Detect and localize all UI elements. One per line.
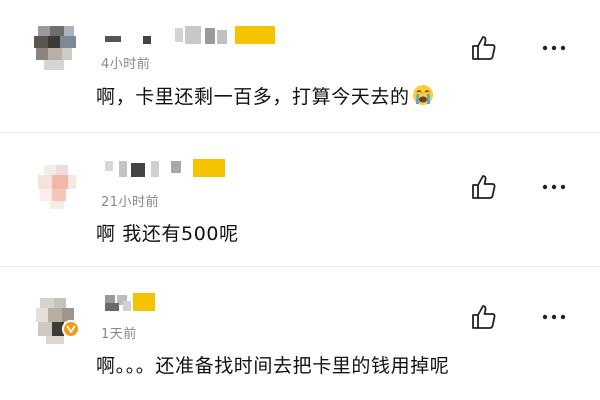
more-dots-icon xyxy=(542,45,566,51)
comment-item: 21小时前 啊 我还有500呢 xyxy=(0,133,600,267)
verified-badge-icon xyxy=(62,320,80,338)
more-dots-icon xyxy=(542,184,566,190)
crying-face-emoji xyxy=(412,84,434,106)
more-button[interactable] xyxy=(540,38,568,58)
more-button[interactable] xyxy=(540,177,568,197)
comment-time: 1天前 xyxy=(101,327,137,342)
username-masked[interactable] xyxy=(101,157,281,181)
like-button[interactable] xyxy=(470,34,498,62)
comment-text-body: 啊，卡里还剩一百多，打算今天去的 xyxy=(96,86,410,108)
comment-text: 啊 我还有500呢 xyxy=(96,223,239,245)
comment-text: 啊，卡里还剩一百多，打算今天去的 xyxy=(96,82,434,109)
like-button[interactable] xyxy=(470,173,498,201)
more-dots-icon xyxy=(542,314,566,320)
comment-text: 啊。。。还准备找时间去把卡里的钱用掉呢 xyxy=(96,355,450,377)
username-masked[interactable] xyxy=(101,291,281,315)
avatar[interactable] xyxy=(30,20,82,72)
like-button[interactable] xyxy=(470,303,498,331)
thumbs-up-icon xyxy=(472,36,496,60)
comment-item: 4小时前 啊，卡里还剩一百多，打算今天去的 xyxy=(0,0,600,133)
more-button[interactable] xyxy=(540,307,568,327)
thumbs-up-icon xyxy=(472,175,496,199)
username-masked[interactable] xyxy=(101,24,281,48)
thumbs-up-icon xyxy=(472,305,496,329)
comment-time: 21小时前 xyxy=(101,195,160,210)
comment-item: 1天前 啊。。。还准备找时间去把卡里的钱用掉呢 xyxy=(0,267,600,400)
comment-time: 4小时前 xyxy=(101,57,151,72)
avatar[interactable] xyxy=(30,161,82,213)
